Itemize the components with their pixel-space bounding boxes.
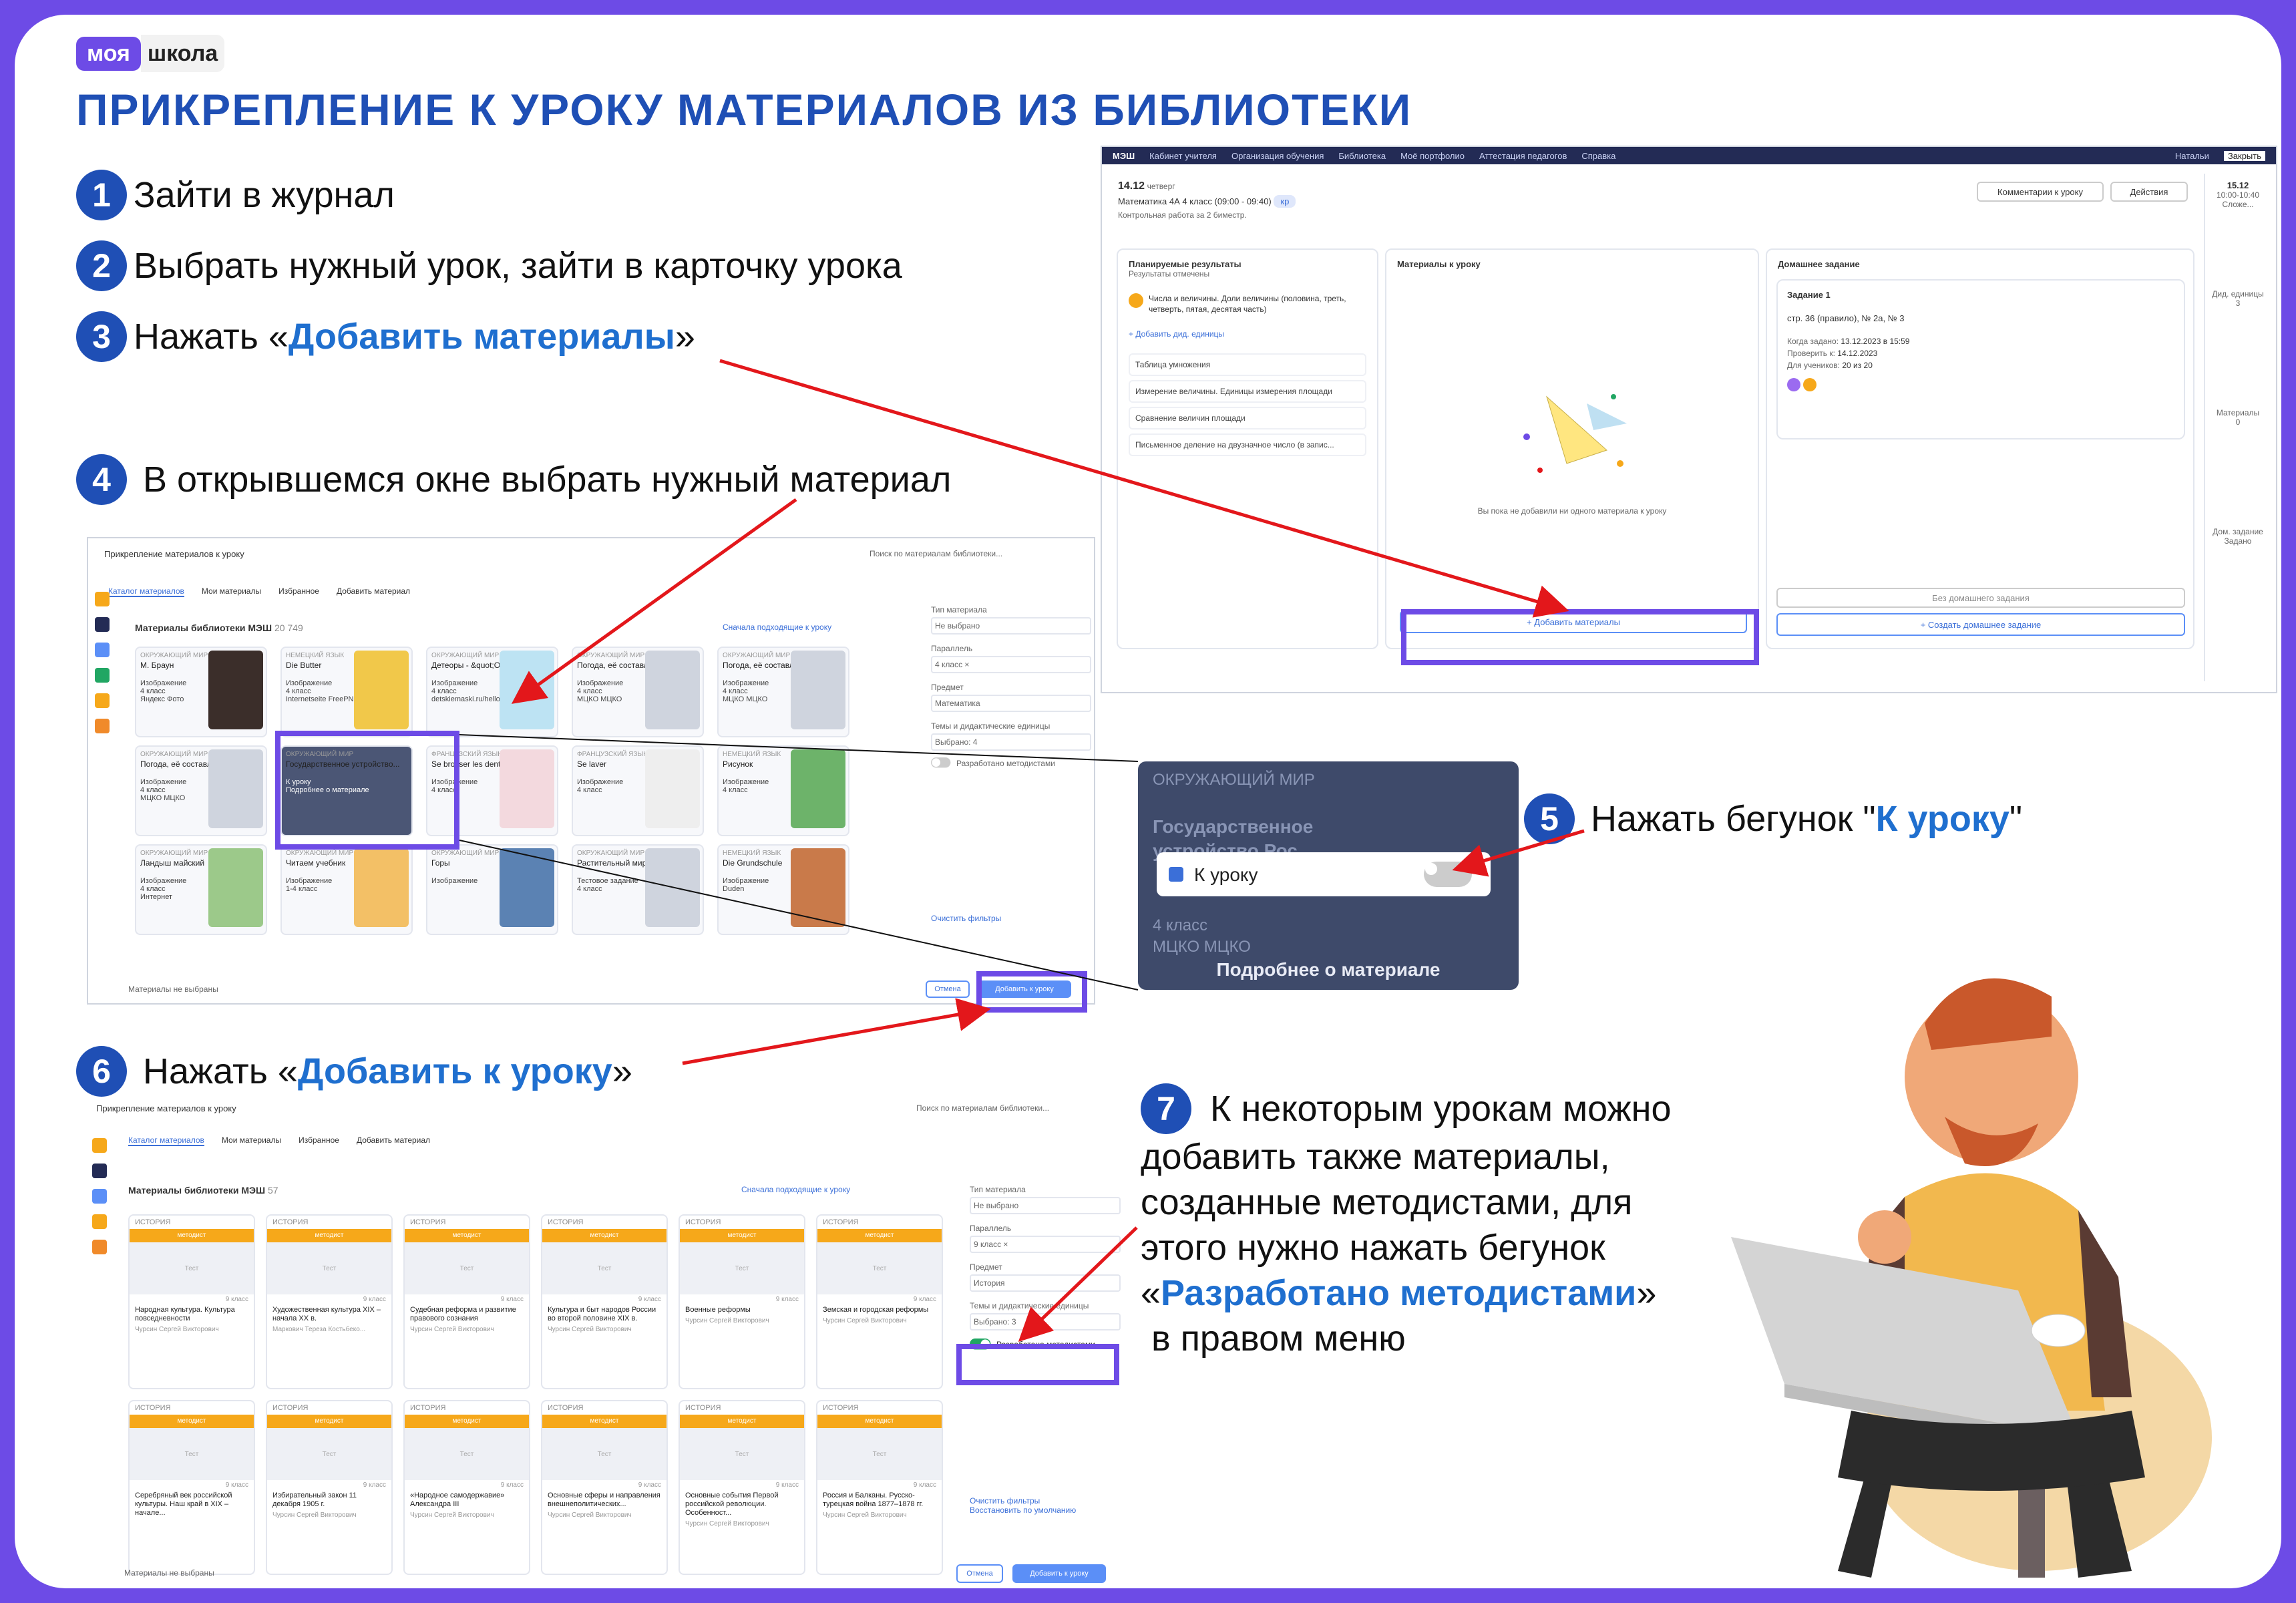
zoom-guide-line <box>459 840 1139 991</box>
annotation-arrows <box>459 359 1585 1342</box>
arrow-step-4 <box>511 498 797 704</box>
slide: моя школа ПРИКРЕПЛЕНИЕ К УРОКУ МАТЕРИАЛО… <box>15 15 2281 1588</box>
arrow-step-6 <box>682 998 991 1065</box>
zoom-guide-line <box>459 734 1139 762</box>
arrow-step-5 <box>1452 829 1585 877</box>
arrow-step-7 <box>1018 1226 1138 1342</box>
arrow-step-3 <box>719 359 1569 618</box>
